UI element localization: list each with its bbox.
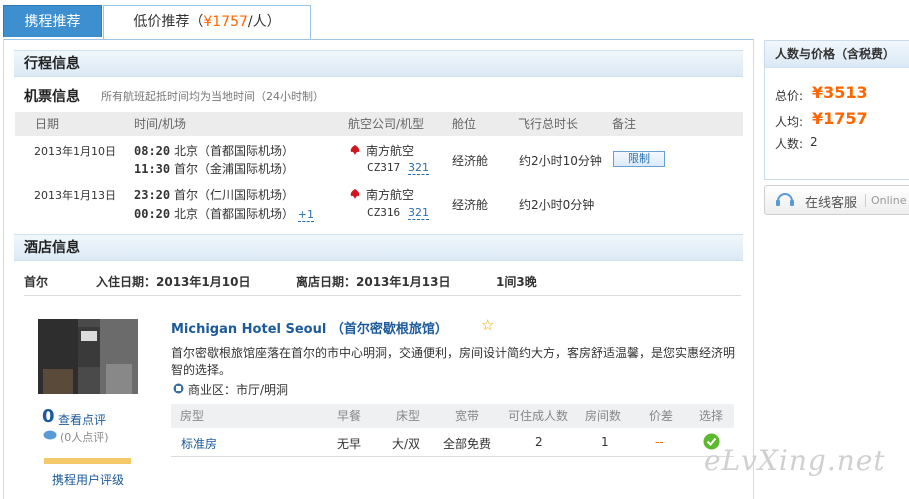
flight1-dep-airport: 北京（首都国际机场） xyxy=(173,144,294,158)
tab-low-price-suffix: /人） xyxy=(247,14,281,30)
people-label: 人数: xyxy=(775,137,804,151)
room-adults: 2 xyxy=(535,435,543,449)
flight1-number: CZ317 xyxy=(367,161,401,174)
itinerary-header: 行程信息 xyxy=(14,50,743,77)
flight1-arr-time: 11:30 xyxy=(134,162,171,176)
checkout-date: 离店日期：2013年1月13日 xyxy=(296,275,451,289)
room-col-adults: 可住成人数 xyxy=(508,409,569,423)
location-icon xyxy=(173,383,184,394)
flight2-arr-time: 00:20 xyxy=(134,207,171,221)
flight1-cabin: 经济舱 xyxy=(452,154,489,168)
per-person-price: ¥1757 xyxy=(812,109,868,128)
room-col-rooms: 房间数 xyxy=(585,409,622,423)
flight2-dep-airport: 首尔（仁川国际机场） xyxy=(173,188,294,202)
room-col-breakfast: 早餐 xyxy=(337,409,362,423)
hotel-description: 首尔密歇根旅馆座落在首尔的市中心明洞，交通便利，房间设计简约大方，客房舒适温馨，… xyxy=(171,346,736,377)
price-summary-title: 人数与价格（含税费） xyxy=(765,41,909,68)
online-service-en: Online S xyxy=(865,194,909,207)
room-row: 标准房 无早 大/双 全部免费 2 1 -- xyxy=(171,428,734,457)
total-label: 总价: xyxy=(775,89,804,103)
hotel-photo[interactable] xyxy=(38,319,138,394)
flight1-model-link[interactable]: 321 xyxy=(408,161,429,175)
flight2-arr: 00:20 北京（首都国际机场） +1 xyxy=(134,205,315,222)
room-bed: 大/双 xyxy=(392,437,421,451)
tab-ctrip-recommend[interactable]: 携程推荐 xyxy=(3,5,102,37)
online-service-button[interactable]: 在线客服 Online S xyxy=(764,185,909,215)
room-table-header: 房型 早餐 床型 宽带 可住成人数 房间数 价差 选择 xyxy=(171,404,734,428)
restriction-button[interactable]: 限制 xyxy=(613,151,665,167)
room-col-internet: 宽带 xyxy=(455,409,480,423)
rating-bar xyxy=(44,458,131,464)
next-day-link[interactable]: +1 xyxy=(297,208,315,222)
room-col-select: 选择 xyxy=(699,409,724,423)
hotel-header: 酒店信息 xyxy=(14,234,743,261)
watermark: eLvXing.net xyxy=(704,444,886,477)
room-col-diff: 价差 xyxy=(649,409,674,423)
headset-icon xyxy=(776,193,794,206)
flight2-duration: 约2小时0分钟 xyxy=(519,198,595,212)
people-count: 2 xyxy=(810,135,818,149)
flight1-arr: 11:30 首尔（金浦国际机场） xyxy=(134,160,294,177)
star-icon: ☆ xyxy=(481,316,495,334)
flight1-dep: 08:20 北京（首都国际机场） xyxy=(134,142,294,159)
hotel-district: 商业区：市厅/明洞 xyxy=(188,383,289,397)
room-count: 1 xyxy=(601,435,609,449)
view-reviews-link[interactable]: 查看点评 xyxy=(58,411,106,428)
total-price: ¥3513 xyxy=(812,83,868,102)
flight2-dep: 23:20 首尔（仁川国际机场） xyxy=(134,186,294,203)
col-airline: 航空公司/机型 xyxy=(348,117,425,131)
flight2-cabin: 经济舱 xyxy=(452,198,489,212)
flight2-airline: 南方航空 xyxy=(366,188,415,202)
flight2-date: 2013年1月13日 xyxy=(34,189,116,202)
flight1-date: 2013年1月10日 xyxy=(34,145,116,158)
ticket-title: 机票信息 xyxy=(24,89,80,105)
flight1-duration: 约2小时10分钟 xyxy=(519,154,602,168)
hotel-city: 首尔 xyxy=(24,275,49,289)
ticket-note: 所有航班起抵时间均为当地时间（24小时制） xyxy=(101,90,324,103)
online-service-label: 在线客服 xyxy=(805,196,858,211)
review-count: 0 xyxy=(42,406,55,427)
rooms-nights: 1间3晚 xyxy=(496,275,537,289)
review-people: (0人点评) xyxy=(60,431,109,444)
flight-table-header: 日期 时间/机场 航空公司/机型 舱位 飞行总时长 备注 xyxy=(15,112,743,136)
col-time: 时间/机场 xyxy=(134,117,187,131)
room-breakfast: 无早 xyxy=(337,437,362,451)
hotel-divider xyxy=(24,295,741,296)
flight2-dep-time: 23:20 xyxy=(134,188,171,202)
flight1-dep-time: 08:20 xyxy=(134,144,171,158)
room-col-bed: 床型 xyxy=(396,409,421,423)
comment-icon xyxy=(43,430,57,440)
per-person-label: 人均: xyxy=(775,115,804,129)
tab-low-price-label: 低价推荐（ xyxy=(133,14,204,30)
flight1-arr-airport: 首尔（金浦国际机场） xyxy=(173,162,294,176)
col-cabin: 舱位 xyxy=(452,117,477,131)
rating-label[interactable]: 携程用户评级 xyxy=(52,471,124,488)
room-type-link[interactable]: 标准房 xyxy=(181,435,217,452)
flight2-arr-airport: 北京（首都国际机场） xyxy=(173,207,294,221)
china-southern-logo-icon xyxy=(350,145,360,155)
tab-low-price-value: ¥1757 xyxy=(203,14,248,30)
col-duration: 飞行总时长 xyxy=(518,117,579,131)
flight1-airline: 南方航空 xyxy=(366,144,415,158)
flight2-model-link[interactable]: 321 xyxy=(408,206,429,220)
col-date: 日期 xyxy=(35,117,60,131)
china-southern-logo-icon xyxy=(350,189,360,199)
col-remark: 备注 xyxy=(612,117,637,131)
room-diff: -- xyxy=(655,435,664,449)
flight2-number: CZ316 xyxy=(367,206,401,219)
tab-low-price[interactable]: 低价推荐（¥1757/人） xyxy=(103,5,311,40)
room-col-type: 房型 xyxy=(180,409,205,423)
room-internet: 全部免费 xyxy=(443,437,492,451)
checkin-date: 入住日期：2013年1月10日 xyxy=(96,275,251,289)
hotel-name-link[interactable]: Michigan Hotel Seoul （首尔密歇根旅馆） xyxy=(171,318,448,337)
